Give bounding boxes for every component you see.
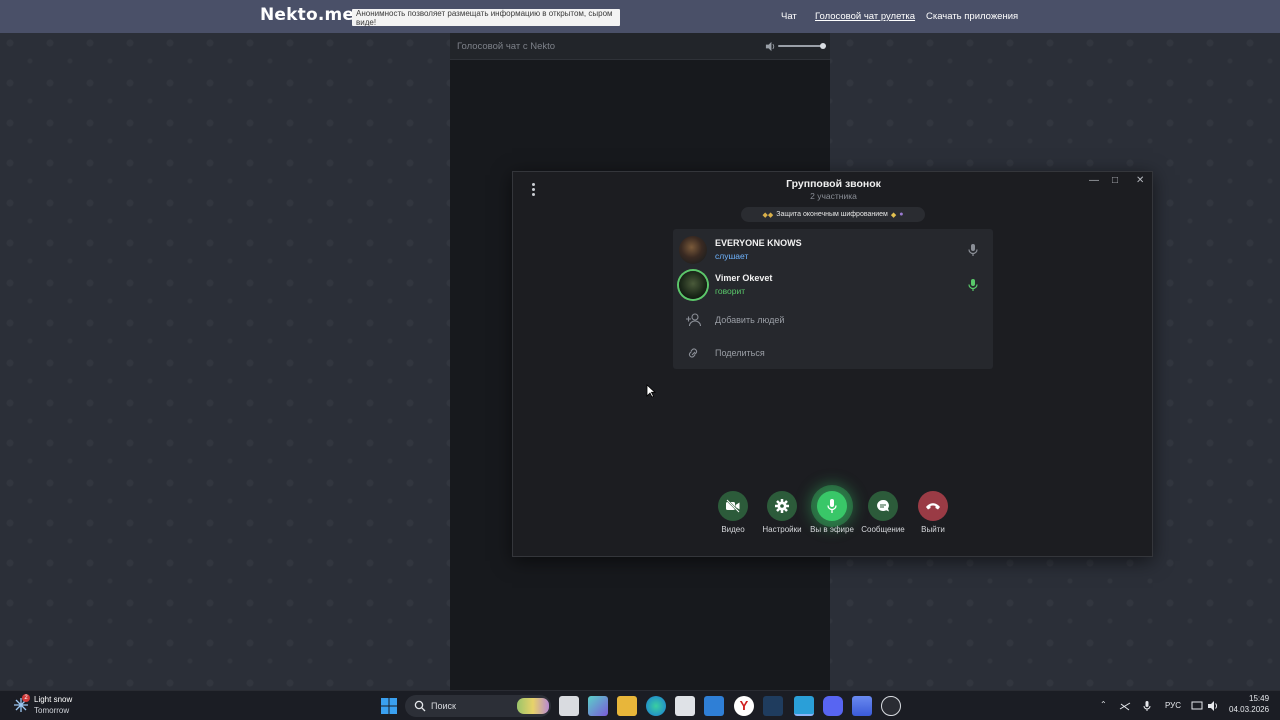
nav-download-apps-link[interactable]: Скачать приложения bbox=[926, 11, 1018, 22]
search-icon bbox=[414, 700, 426, 712]
nav-chat-link[interactable]: Чат bbox=[781, 11, 797, 22]
discord-icon[interactable] bbox=[823, 696, 843, 716]
participant-status: слушает bbox=[715, 251, 749, 261]
clock-time[interactable]: 15:49 bbox=[1249, 694, 1269, 703]
weather-subtitle: Tomorrow bbox=[34, 706, 70, 715]
add-people-label: Добавить людей bbox=[715, 315, 785, 325]
encryption-emoji-icon: ◆◆ bbox=[762, 211, 774, 219]
anonymity-notice: Анонимность позволяет размещать информац… bbox=[352, 9, 620, 27]
participant-row[interactable]: EVERYONE KNOWS слушает bbox=[673, 233, 993, 267]
yandex-browser-icon[interactable]: Y bbox=[734, 696, 754, 716]
microphone-icon bbox=[968, 244, 978, 256]
maximize-icon[interactable]: □ bbox=[1112, 175, 1118, 186]
share-label: Поделиться bbox=[715, 348, 765, 358]
encryption-label: Защита оконечным шифрованием bbox=[776, 211, 888, 218]
hang-up-button[interactable] bbox=[918, 491, 948, 521]
participants-panel: EVERYONE KNOWS слушает Vimer Okevet гово… bbox=[673, 229, 993, 369]
taskbar-search[interactable]: Поиск bbox=[405, 695, 551, 717]
voice-chat-title: Голосовой чат с Nekto bbox=[457, 41, 556, 52]
share-button[interactable]: Поделиться bbox=[673, 338, 993, 368]
volume-icon[interactable] bbox=[765, 41, 776, 52]
close-icon[interactable]: ✕ bbox=[1136, 175, 1144, 186]
message-icon bbox=[877, 499, 889, 512]
obs-studio-icon[interactable] bbox=[881, 696, 901, 716]
minimize-icon[interactable]: — bbox=[1089, 175, 1099, 186]
participant-status: говорит bbox=[715, 286, 746, 296]
telegram-icon[interactable] bbox=[794, 696, 814, 716]
taskbar: 2 Light snow Tomorrow Поиск Y ⌃ РУС 15:4… bbox=[0, 690, 1280, 720]
microsoft-store-icon[interactable] bbox=[675, 696, 695, 716]
link-icon bbox=[688, 348, 698, 358]
avatar bbox=[679, 236, 707, 264]
chart-app-icon[interactable] bbox=[852, 696, 872, 716]
call-title: Групповой звонок bbox=[786, 178, 881, 190]
settings-button[interactable] bbox=[767, 491, 797, 521]
input-language[interactable]: РУС bbox=[1165, 701, 1181, 710]
video-button[interactable] bbox=[718, 491, 748, 521]
file-explorer-icon[interactable] bbox=[617, 696, 637, 716]
participant-count: 2 участника bbox=[810, 191, 857, 201]
site-logo[interactable]: Nekto.me bbox=[260, 5, 354, 25]
weather-title[interactable]: Light snow bbox=[34, 695, 72, 704]
windows-start-icon[interactable] bbox=[381, 698, 397, 714]
search-highlight-art bbox=[517, 698, 549, 714]
volume-slider-handle[interactable] bbox=[820, 43, 826, 49]
participant-row[interactable]: Vimer Okevet говорит bbox=[673, 268, 993, 302]
mouse-cursor-icon bbox=[646, 384, 656, 398]
edge-browser-icon[interactable] bbox=[646, 696, 666, 716]
tray-overflow-icon[interactable]: ⌃ bbox=[1100, 700, 1107, 709]
avatar bbox=[679, 271, 707, 299]
video-off-icon bbox=[726, 499, 740, 513]
encryption-badge[interactable]: ◆◆ Защита оконечным шифрованием ◆ ● bbox=[741, 207, 925, 222]
participant-name: EVERYONE KNOWS bbox=[715, 238, 802, 248]
volume-slider[interactable] bbox=[778, 45, 823, 47]
add-user-icon bbox=[686, 313, 701, 327]
nav-voice-roulette-link[interactable]: Голосовой чат рулетка bbox=[815, 11, 915, 22]
m365-copilot-icon[interactable] bbox=[588, 696, 608, 716]
steam-icon[interactable] bbox=[763, 696, 783, 716]
microphone-icon[interactable] bbox=[1141, 700, 1153, 712]
hang-up-icon bbox=[926, 503, 940, 510]
microphone-icon bbox=[827, 499, 837, 513]
site-header: Nekto.me Анонимность позволяет размещать… bbox=[0, 0, 1280, 33]
task-view-icon[interactable] bbox=[559, 696, 579, 716]
encryption-emoji-icon: ● bbox=[899, 211, 904, 218]
live-microphone-button[interactable] bbox=[817, 491, 847, 521]
message-button[interactable] bbox=[868, 491, 898, 521]
mail-icon[interactable] bbox=[704, 696, 724, 716]
display-icon[interactable] bbox=[1191, 700, 1203, 712]
add-people-button[interactable]: Добавить людей bbox=[673, 305, 993, 335]
hang-up-label: Выйти bbox=[921, 525, 945, 534]
search-placeholder: Поиск bbox=[431, 701, 456, 711]
encryption-emoji-icon: ◆ bbox=[890, 211, 897, 219]
microphone-active-icon bbox=[968, 279, 978, 291]
clock-date[interactable]: 04.03.2026 bbox=[1229, 705, 1269, 714]
participant-name: Vimer Okevet bbox=[715, 273, 773, 283]
weather-alert-badge: 2 bbox=[22, 694, 30, 702]
network-icon[interactable] bbox=[1119, 700, 1131, 712]
speaker-icon[interactable] bbox=[1207, 700, 1219, 712]
group-call-window: Групповой звонок 2 участника — □ ✕ ◆◆ За… bbox=[512, 171, 1153, 557]
voice-chat-header: Голосовой чат с Nekto bbox=[450, 33, 830, 60]
gear-icon bbox=[775, 499, 789, 513]
